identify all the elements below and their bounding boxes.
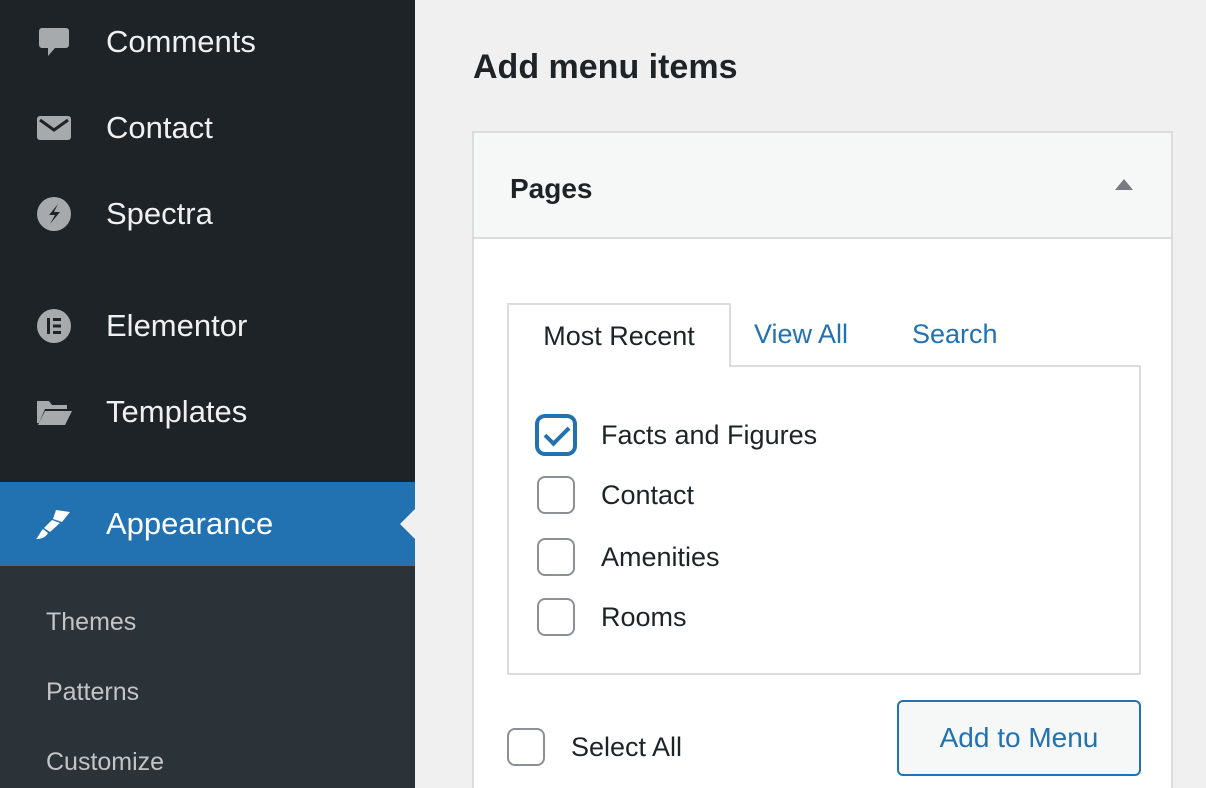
- sidebar-item-label: Appearance: [106, 506, 274, 541]
- envelope-icon: [34, 108, 74, 148]
- paintbrush-icon: [34, 504, 74, 544]
- panel-header[interactable]: Pages: [474, 133, 1171, 239]
- page-label: Rooms: [601, 601, 687, 632]
- select-all-label: Select All: [571, 731, 683, 762]
- sidebar-item-elementor[interactable]: Elementor: [0, 286, 415, 366]
- add-to-menu-button[interactable]: Add to Menu: [897, 700, 1141, 776]
- submenu-item-patterns[interactable]: Patterns: [46, 678, 139, 707]
- select-all-checkbox[interactable]: [507, 728, 545, 766]
- folder-icon: [34, 392, 74, 432]
- page-option-rooms[interactable]: Rooms: [537, 597, 687, 637]
- sidebar-item-comments[interactable]: Comments: [0, 2, 415, 82]
- elementor-icon: [34, 306, 74, 346]
- comment-icon: [34, 22, 74, 62]
- sidebar-item-label: Spectra: [106, 196, 213, 231]
- page-option-contact[interactable]: Contact: [537, 475, 694, 515]
- tab-view-all[interactable]: View All: [754, 303, 848, 365]
- tab-most-recent[interactable]: Most Recent: [507, 303, 731, 367]
- page-checkbox[interactable]: [537, 416, 575, 454]
- sidebar-item-contact[interactable]: Contact: [0, 88, 415, 168]
- page-label: Facts and Figures: [601, 419, 818, 450]
- sidebar-item-appearance[interactable]: Appearance: [0, 482, 415, 566]
- page-label: Contact: [601, 479, 695, 510]
- page-option-amenities[interactable]: Amenities: [537, 537, 720, 577]
- page-label: Amenities: [601, 541, 720, 572]
- pages-panel: Pages Most Recent View All Search Facts …: [472, 131, 1173, 788]
- page-checkbox[interactable]: [537, 476, 575, 514]
- page-checkbox[interactable]: [537, 598, 575, 636]
- spectra-icon: [34, 194, 74, 234]
- admin-sidebar: Comments Contact Spectra Elementor Templ…: [0, 0, 415, 788]
- sidebar-item-label: Templates: [106, 394, 248, 429]
- panel-title: Pages: [510, 173, 593, 204]
- sidebar-item-label: Contact: [106, 110, 213, 145]
- tab-search[interactable]: Search: [912, 303, 998, 365]
- sidebar-item-label: Elementor: [106, 308, 248, 343]
- appearance-submenu: Themes Patterns Customize: [0, 566, 415, 788]
- select-all-option[interactable]: Select All: [507, 727, 682, 767]
- tab-content: Facts and Figures Contact Amenities Room…: [507, 365, 1141, 675]
- submenu-item-themes[interactable]: Themes: [46, 608, 136, 637]
- page-title: Add menu items: [473, 48, 738, 86]
- collapse-arrow-icon[interactable]: [1115, 179, 1133, 190]
- submenu-item-customize[interactable]: Customize: [46, 748, 164, 777]
- page-option-facts-and-figures[interactable]: Facts and Figures: [537, 415, 817, 455]
- page-checkbox[interactable]: [537, 538, 575, 576]
- sidebar-item-templates[interactable]: Templates: [0, 372, 415, 452]
- sidebar-item-label: Comments: [106, 24, 256, 59]
- sidebar-item-spectra[interactable]: Spectra: [0, 174, 415, 254]
